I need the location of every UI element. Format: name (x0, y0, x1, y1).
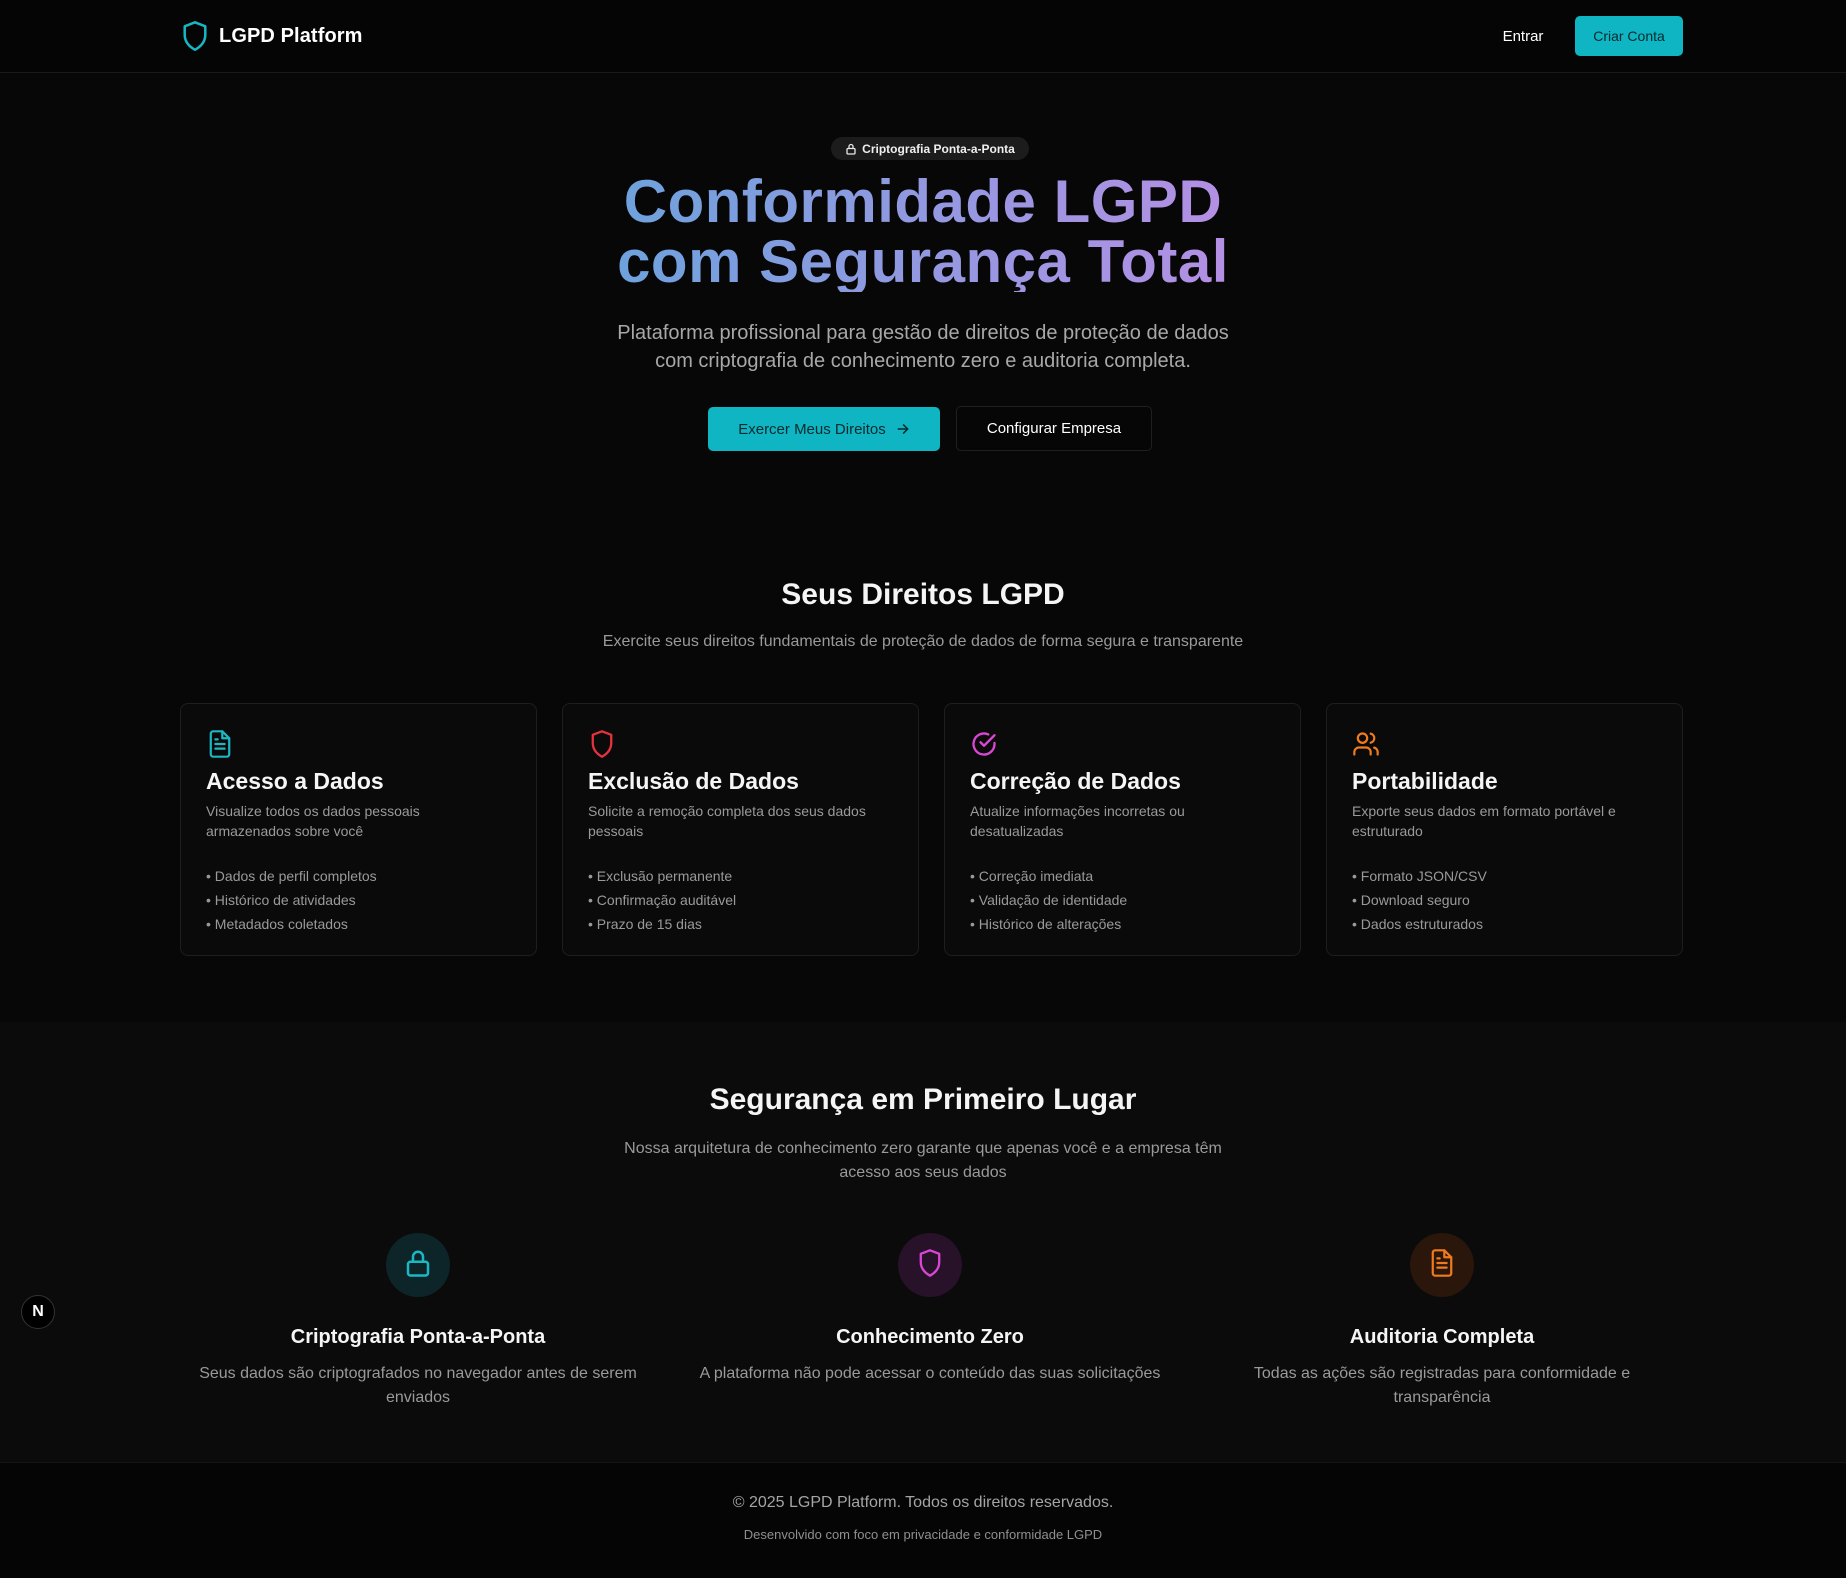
hero-subtitle: Plataforma profissional para gestão de d… (573, 319, 1273, 375)
lock-icon (403, 1248, 433, 1283)
card-feature-list: • Exclusão permanente • Confirmação audi… (588, 864, 736, 936)
card-title: Exclusão de Dados (588, 768, 799, 794)
login-button[interactable]: Entrar (1488, 16, 1558, 56)
list-item: • Correção imediata (970, 868, 1094, 884)
card-feature-list: • Dados de perfil completos • Histórico … (206, 864, 377, 936)
signup-button[interactable]: Criar Conta (1575, 16, 1683, 56)
card-title: Portabilidade (1352, 768, 1498, 794)
document-icon (206, 729, 234, 759)
exercise-rights-button[interactable]: Exercer Meus Direitos (708, 407, 940, 451)
feature-icon-circle (386, 1233, 450, 1297)
right-card-access[interactable]: Acesso a Dados Visualize todos os dados … (180, 703, 537, 956)
rights-section-title: Seus Direitos LGPD (781, 578, 1065, 611)
feature-description: Seus dados são criptografados no navegad… (199, 1365, 637, 1406)
list-item: • Download seguro (1352, 892, 1470, 908)
list-item: • Metadados coletados (206, 916, 348, 932)
feature-audit: Auditoria Completa Todas as ações são re… (1202, 1233, 1682, 1410)
arrow-right-icon (896, 422, 910, 436)
footer (0, 1462, 1846, 1578)
card-title: Correção de Dados (970, 768, 1181, 794)
feature-description: A plataforma não pode acessar o conteúdo… (699, 1365, 1161, 1382)
card-description: Solicite a remoção completa dos seus dad… (588, 803, 866, 839)
encryption-badge: Criptografia Ponta-a-Ponta (831, 137, 1029, 160)
right-card-portability[interactable]: Portabilidade Exporte seus dados em form… (1326, 703, 1683, 956)
list-item: • Dados estruturados (1352, 916, 1483, 932)
right-card-deletion[interactable]: Exclusão de Dados Solicite a remoção com… (562, 703, 919, 956)
card-description: Exporte seus dados em formato portável e… (1352, 803, 1616, 839)
footer-copyright: © 2025 LGPD Platform. Todos os direitos … (732, 1494, 1114, 1511)
feature-icon-circle (1410, 1233, 1474, 1297)
footer-note: Desenvolvido com foco em privacidade e c… (743, 1527, 1103, 1542)
card-feature-list: • Formato JSON/CSV • Download seguro • D… (1352, 864, 1487, 936)
shield-icon (588, 729, 616, 759)
dev-tools-badge[interactable]: N (21, 1295, 55, 1329)
lock-icon (845, 143, 857, 155)
security-section-title: Segurança em Primeiro Lugar (709, 1083, 1137, 1116)
feature-encryption: Criptografia Ponta-a-Ponta Seus dados sã… (178, 1233, 658, 1410)
badge-label: Criptografia Ponta-a-Ponta (862, 141, 1015, 156)
feature-title: Auditoria Completa (1349, 1326, 1535, 1348)
card-description: Atualize informações incorretas ou desat… (970, 803, 1185, 839)
card-feature-list: • Correção imediata • Validação de ident… (970, 864, 1127, 936)
hero-title: Conformidade LGPD com Segurança Total (423, 172, 1423, 292)
feature-title: Criptografia Ponta-a-Ponta (290, 1326, 546, 1348)
shield-icon (915, 1248, 945, 1283)
list-item: • Histórico de alterações (970, 916, 1122, 932)
feature-zero-knowledge: Conhecimento Zero A plataforma não pode … (690, 1233, 1170, 1386)
right-card-correction[interactable]: Correção de Dados Atualize informações i… (944, 703, 1301, 956)
list-item: • Exclusão permanente (588, 868, 733, 884)
exercise-rights-label: Exercer Meus Direitos (738, 420, 886, 438)
page: LGPD Platform Entrar Criar Conta Criptog… (0, 0, 1846, 1578)
list-item: • Formato JSON/CSV (1352, 868, 1487, 884)
feature-icon-circle (898, 1233, 962, 1297)
security-section-subtitle: Nossa arquitetura de conhecimento zero g… (624, 1140, 1222, 1181)
brand-name: LGPD Platform (219, 24, 363, 47)
rights-section-subtitle: Exercite seus direitos fundamentais de p… (602, 633, 1244, 650)
brand-logo[interactable]: LGPD Platform (181, 20, 363, 52)
list-item: • Confirmação auditável (588, 892, 737, 908)
document-icon (1427, 1248, 1457, 1283)
hero-title-line2: com Segurança Total (617, 228, 1229, 295)
list-item: • Validação de identidade (970, 892, 1128, 908)
feature-description: Todas as ações são registradas para conf… (1253, 1365, 1631, 1406)
list-item: • Prazo de 15 dias (588, 916, 702, 932)
list-item: • Dados de perfil completos (206, 868, 377, 884)
card-title: Acesso a Dados (206, 768, 384, 794)
top-navbar: LGPD Platform Entrar Criar Conta (0, 0, 1846, 73)
list-item: • Histórico de atividades (206, 892, 356, 908)
hero-subtitle-line2: com criptografia de conhecimento zero e … (655, 350, 1191, 372)
configure-company-button[interactable]: Configurar Empresa (956, 406, 1152, 451)
card-description: Visualize todos os dados pessoais armaze… (206, 803, 420, 839)
hero-subtitle-line1: Plataforma profissional para gestão de d… (617, 322, 1229, 344)
shield-icon (181, 20, 209, 52)
users-icon (1352, 729, 1380, 759)
hero-title-line1: Conformidade LGPD (623, 168, 1223, 235)
feature-title: Conhecimento Zero (836, 1326, 1024, 1348)
check-circle-icon (970, 729, 998, 759)
